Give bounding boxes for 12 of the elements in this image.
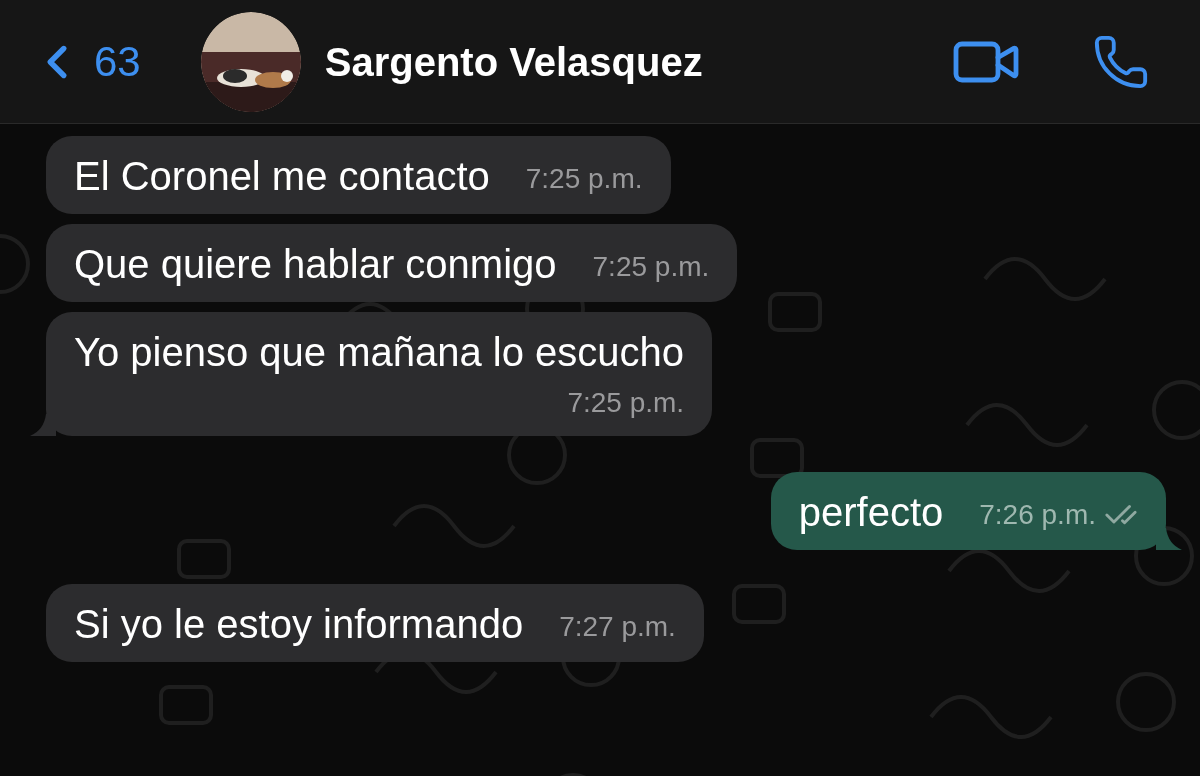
message-text: Que quiere hablar conmigo [74,241,557,288]
message-text: El Coronel me contacto [74,153,490,200]
back-button[interactable]: 63 [30,30,141,93]
message-time: 7:27 p.m. [559,610,676,644]
message-time: 7:26 p.m. [979,498,1096,532]
message-text: perfecto [798,489,944,536]
message-text: Yo pienso que mañana lo escucho [74,329,685,376]
message-time: 7:25 p.m. [567,386,685,420]
message-text: Si yo le estoy informando [74,601,524,648]
message-time: 7:25 p.m. [592,250,710,284]
message-time: 7:25 p.m. [525,162,643,196]
contact-name: Sargento Velasquez [324,38,703,86]
